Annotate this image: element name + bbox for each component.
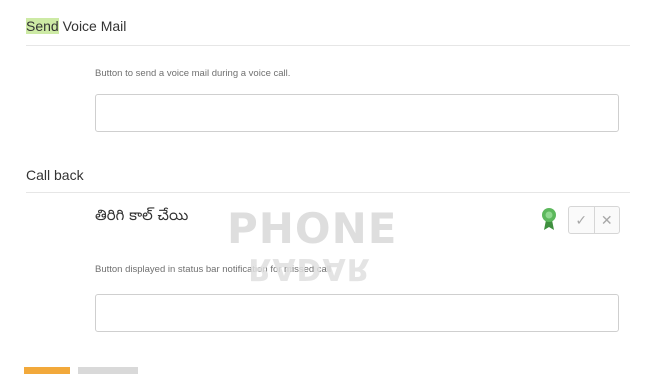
- check-icon: ✓: [575, 211, 588, 228]
- section-divider: [26, 192, 630, 193]
- accept-button[interactable]: ✓: [569, 207, 595, 233]
- reject-button[interactable]: ✕: [595, 207, 620, 233]
- section-title-call-back: Call back: [26, 167, 84, 183]
- title-rest: Voice Mail: [58, 18, 127, 34]
- next-section-title-highlight: [24, 367, 70, 374]
- ribbon-badge-icon[interactable]: [541, 207, 557, 231]
- title-highlight: Send: [26, 18, 59, 34]
- suggested-translation[interactable]: తిరిగి కాల్ చేయి: [95, 206, 188, 228]
- hint-send-voice-mail: Button to send a voice mail during a voi…: [95, 68, 291, 79]
- translation-editor-page: Send Voice Mail Button to send a voice m…: [0, 0, 665, 374]
- close-icon: ✕: [600, 211, 613, 228]
- section-divider: [26, 45, 630, 46]
- call-back-input[interactable]: [95, 294, 619, 332]
- section-title-send-voice-mail: Send Voice Mail: [26, 18, 126, 34]
- hint-call-back: Button displayed in status bar notificat…: [95, 264, 332, 275]
- watermark-line-1: PHONE: [227, 204, 398, 253]
- send-voice-mail-input[interactable]: [95, 94, 619, 132]
- vote-button-group: ✓ ✕: [568, 206, 620, 234]
- next-section-title-rest: [78, 367, 138, 374]
